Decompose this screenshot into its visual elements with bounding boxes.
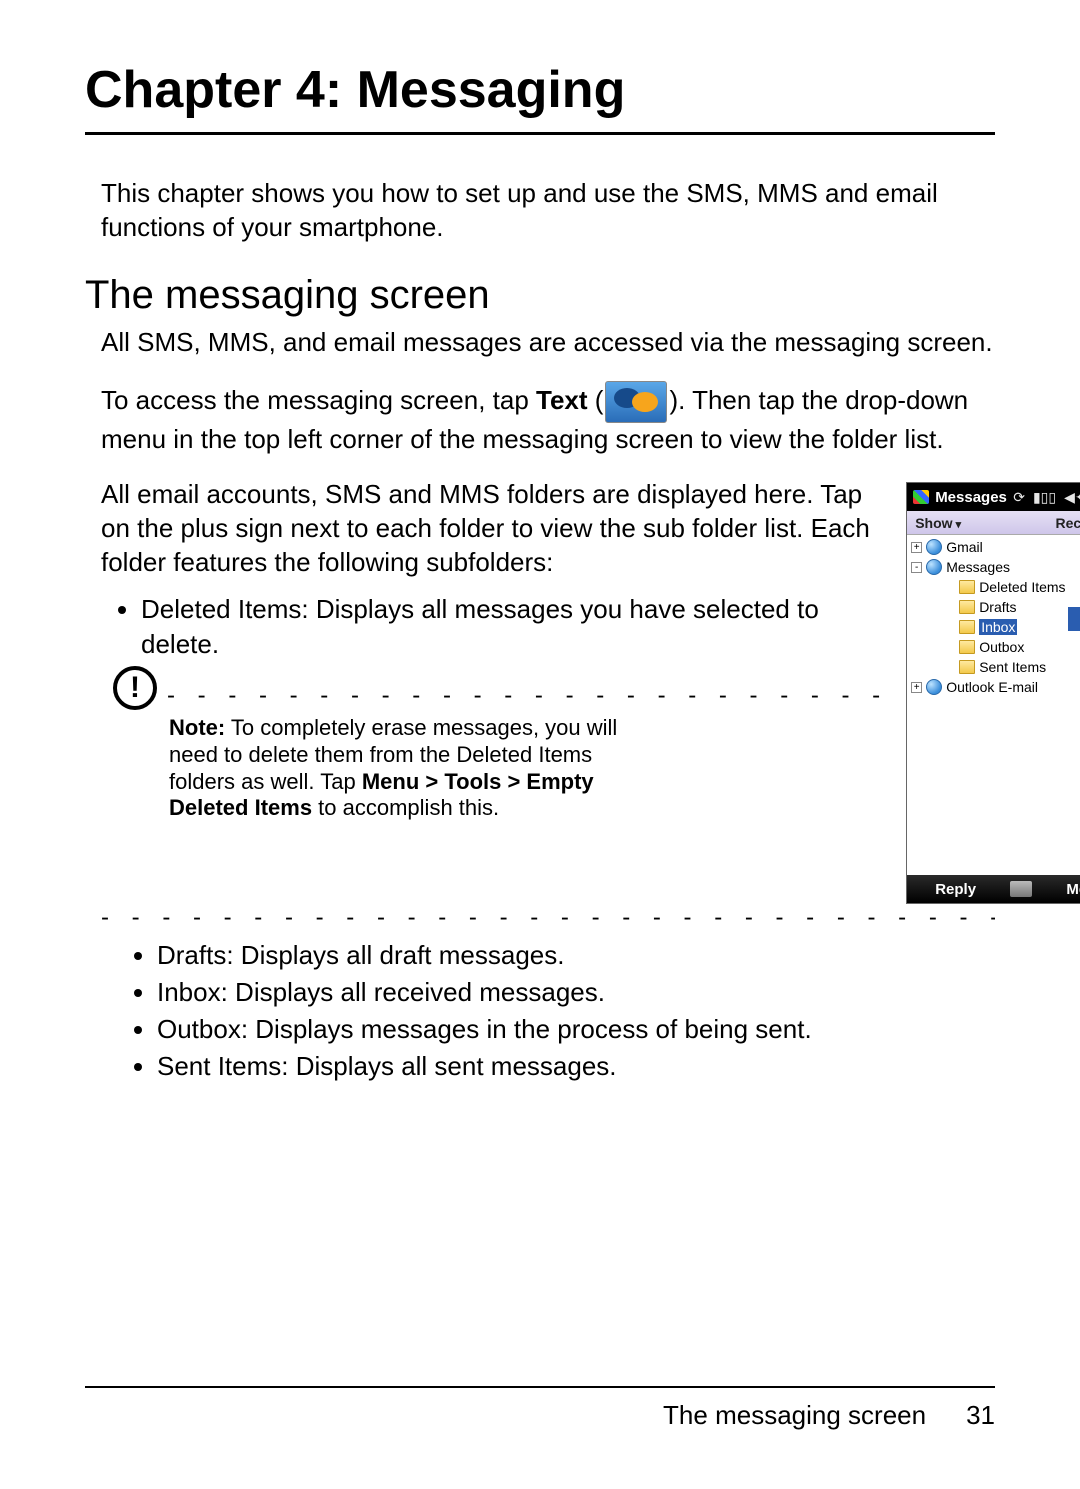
globe-icon <box>926 559 942 575</box>
tree-label: Outlook E-mail <box>946 679 1038 695</box>
footer-page-number: 31 <box>966 1400 995 1431</box>
show-dropdown[interactable]: Show <box>915 515 961 531</box>
paragraph-1: All SMS, MMS, and email messages are acc… <box>101 326 995 359</box>
screenshot-bottombar: Reply Menu <box>907 875 1080 903</box>
folder-icon <box>959 660 975 674</box>
frag: e <box>1068 755 1080 767</box>
tree-row-messages[interactable]: - Messages <box>911 557 1065 577</box>
tree-label: Messages <box>946 559 1010 575</box>
screenshot-toolbar: Show Received <box>907 511 1080 535</box>
menu-softkey[interactable]: Menu <box>1066 881 1080 898</box>
tree-label: Gmail <box>946 539 983 555</box>
subfolder-list-bottom: Drafts: Displays all draft messages. Inb… <box>157 938 995 1084</box>
note-label: Note: <box>169 715 225 740</box>
folder-icon <box>959 620 975 634</box>
tree-label: Drafts <box>979 599 1016 615</box>
tree-row-deleted[interactable]: Deleted Items <box>911 577 1065 597</box>
size: 1K <box>1068 633 1080 647</box>
text-messaging-icon <box>605 381 667 423</box>
tree-label: Inbox <box>979 619 1017 635</box>
size: 1K <box>1068 669 1080 683</box>
section-title: The messaging screen <box>85 273 995 318</box>
alert-icon: ! <box>113 666 157 710</box>
frag: so… <box>1068 551 1080 563</box>
sync-icon: ⟳ <box>1013 489 1025 506</box>
size: 1K <box>1068 777 1080 791</box>
folder-icon <box>959 580 975 594</box>
folder-tree: + Gmail - Messages Deleted Items <box>907 535 1080 875</box>
screenshot-title: Messages <box>935 489 1007 506</box>
collapse-icon[interactable]: - <box>911 562 922 573</box>
expand-icon[interactable]: + <box>911 542 922 553</box>
tree-label: Deleted Items <box>979 579 1065 595</box>
frag: ove… <box>1068 719 1080 731</box>
tree-label: Outbox <box>979 639 1024 655</box>
list-item: Inbox: Displays all received messages. <box>157 975 995 1010</box>
p2-post: ( <box>588 385 604 415</box>
expand-icon[interactable]: + <box>911 682 922 693</box>
size: 1K <box>1068 537 1080 551</box>
folder-icon <box>959 640 975 654</box>
tree-row-outbox[interactable]: Outbox <box>911 637 1065 657</box>
tree-row-inbox[interactable]: Inbox <box>911 617 1065 637</box>
frag: is!@ <box>1068 683 1080 695</box>
note-body: Note: To completely erase messages, you … <box>169 715 629 822</box>
page-footer: The messaging screen 31 <box>85 1386 995 1431</box>
subfolder-list-top: Deleted Items: Displays all messages you… <box>141 592 888 662</box>
size-column: 1Kso… 1Kco… 1K 1Ke s… 1Kis!@ 1Kove… 1Ke … <box>1068 535 1080 875</box>
note-text-2: to accomplish this. <box>312 795 499 820</box>
tree-row-gmail[interactable]: + Gmail <box>911 537 1065 557</box>
note-separator-top: - - - - - - - - - - - - - - - - - - - - … <box>167 680 888 711</box>
frag: co… <box>1068 587 1080 599</box>
signal-icon: ▮▯▯ <box>1033 489 1056 506</box>
frag: e s… <box>1068 647 1080 659</box>
tree-row-drafts[interactable]: Drafts <box>911 597 1065 617</box>
list-item: Sent Items: Displays all sent messages. <box>157 1049 995 1084</box>
note-separator-bottom: - - - - - - - - - - - - - - - - - - - - … <box>101 904 995 932</box>
size: 1K <box>1068 573 1080 587</box>
list-item: Deleted Items: Displays all messages you… <box>141 592 888 662</box>
paragraph-2: To access the messaging screen, tap Text… <box>101 381 995 456</box>
windows-flag-icon <box>913 490 929 504</box>
size: 1K <box>1068 741 1080 755</box>
list-item: Drafts: Displays all draft messages. <box>157 938 995 973</box>
folder-icon <box>959 600 975 614</box>
chapter-title: Chapter 4: Messaging <box>85 60 995 135</box>
note-block: ! - - - - - - - - - - - - - - - - - - - … <box>117 680 888 823</box>
volume-icon: ◀✦ <box>1064 489 1080 506</box>
paragraph-3: All email accounts, SMS and MMS folders … <box>101 478 888 579</box>
p2-bold: Text <box>536 385 588 415</box>
size: 1K <box>1068 705 1080 719</box>
tree-label: Sent Items <box>979 659 1046 675</box>
tree-row-sent[interactable]: Sent Items <box>911 657 1065 677</box>
globe-icon <box>926 679 942 695</box>
reply-softkey[interactable]: Reply <box>935 881 976 898</box>
keyboard-icon[interactable] <box>1010 881 1032 897</box>
intro-paragraph: This chapter shows you how to set up and… <box>101 177 995 245</box>
globe-icon <box>926 539 942 555</box>
screenshot-titlebar: Messages ⟳ ▮▯▯ ◀✦ ▭ ✕ <box>907 483 1080 511</box>
received-dropdown[interactable]: Received <box>1056 515 1080 531</box>
status-icons: ⟳ ▮▯▯ ◀✦ ▭ ✕ <box>1013 489 1080 506</box>
p2-pre: To access the messaging screen, tap <box>101 385 536 415</box>
list-item: Outbox: Displays messages in the process… <box>157 1012 995 1047</box>
messaging-screenshot: Messages ⟳ ▮▯▯ ◀✦ ▭ ✕ Show Received + <box>906 482 1080 904</box>
size: 1K <box>1068 609 1080 623</box>
footer-section-label: The messaging screen <box>663 1400 926 1431</box>
tree-row-outlook[interactable]: + Outlook E-mail <box>911 677 1065 697</box>
